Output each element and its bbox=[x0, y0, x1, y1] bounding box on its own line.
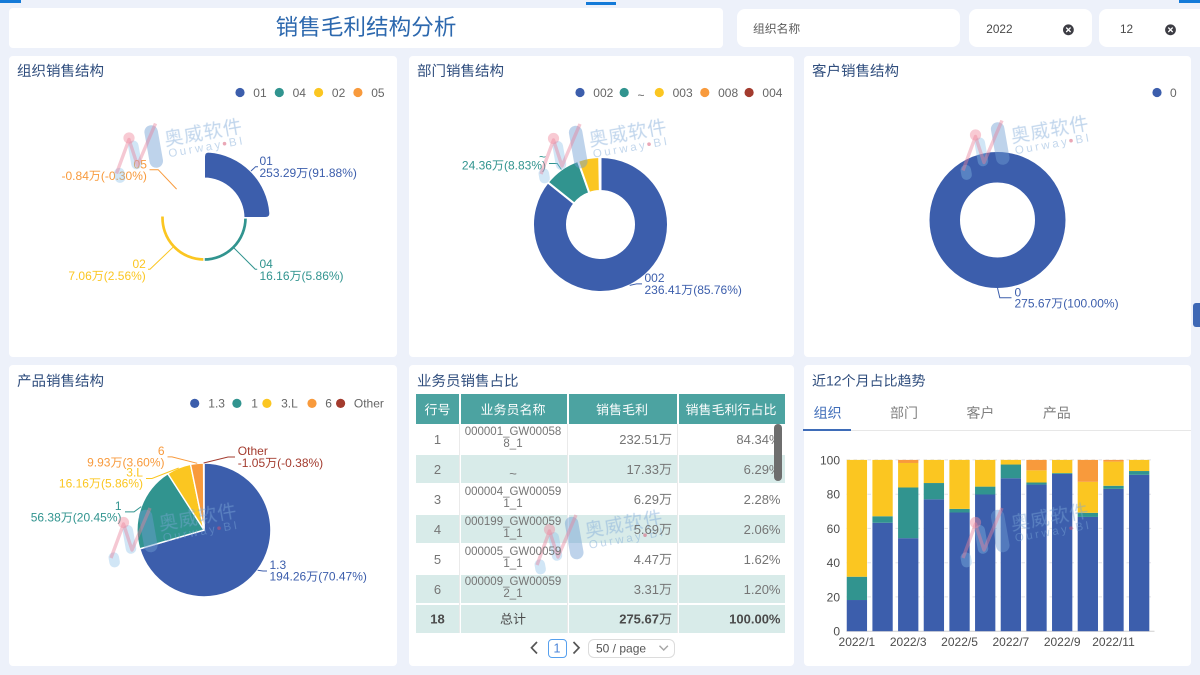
svg-text:05: 05 bbox=[371, 86, 385, 100]
svg-text:004: 004 bbox=[762, 86, 782, 100]
svg-text:01: 01 bbox=[253, 86, 267, 100]
svg-text:20: 20 bbox=[827, 590, 841, 604]
svg-text:2022/5: 2022/5 bbox=[941, 635, 978, 649]
svg-text:7.06: 7.06 bbox=[68, 269, 92, 283]
svg-text:5: 5 bbox=[434, 552, 441, 567]
svg-text:(100.00%): (100.00%) bbox=[1063, 297, 1118, 311]
svg-text:60: 60 bbox=[827, 522, 841, 536]
svg-text:2.28%: 2.28% bbox=[744, 492, 781, 507]
svg-text:16.16: 16.16 bbox=[260, 269, 290, 283]
svg-text:04: 04 bbox=[293, 86, 307, 100]
svg-text:253.29: 253.29 bbox=[260, 166, 297, 180]
svg-text:12: 12 bbox=[826, 373, 842, 389]
svg-text:232.51: 232.51 bbox=[619, 432, 659, 447]
svg-text:1.20%: 1.20% bbox=[744, 582, 781, 597]
svg-text:275.67: 275.67 bbox=[1015, 297, 1052, 311]
svg-text:2.06%: 2.06% bbox=[744, 522, 781, 537]
svg-text:12: 12 bbox=[1120, 22, 1133, 36]
svg-text:1_1: 1_1 bbox=[503, 528, 522, 540]
svg-text:1.62%: 1.62% bbox=[744, 552, 781, 567]
svg-text:4: 4 bbox=[434, 522, 441, 537]
svg-text:194.26: 194.26 bbox=[270, 570, 307, 584]
svg-text:80: 80 bbox=[827, 488, 841, 502]
svg-text:5.69: 5.69 bbox=[634, 522, 659, 537]
svg-text:(85.76%): (85.76%) bbox=[693, 283, 742, 297]
svg-text:6: 6 bbox=[325, 397, 332, 411]
svg-text:9.93: 9.93 bbox=[87, 456, 111, 470]
svg-text:2: 2 bbox=[434, 462, 441, 477]
svg-text:1_1: 1_1 bbox=[503, 558, 522, 570]
svg-text:-0.84: -0.84 bbox=[62, 169, 90, 183]
svg-text:000009_GW00059: 000009_GW00059 bbox=[465, 576, 562, 588]
svg-text:(20.45%): (20.45%) bbox=[73, 511, 122, 525]
svg-text:1_1: 1_1 bbox=[503, 498, 522, 510]
svg-text:(5.86%): (5.86%) bbox=[302, 269, 344, 283]
svg-text:2022/9: 2022/9 bbox=[1044, 635, 1081, 649]
svg-text:3.L: 3.L bbox=[281, 397, 298, 411]
svg-text:02: 02 bbox=[332, 86, 346, 100]
svg-text:6.29: 6.29 bbox=[634, 492, 659, 507]
svg-text:40: 40 bbox=[827, 556, 841, 570]
svg-text:24.36: 24.36 bbox=[462, 159, 492, 173]
svg-text:2022/11: 2022/11 bbox=[1092, 635, 1135, 649]
svg-text:BI: BI bbox=[228, 135, 246, 150]
svg-text:2022/1: 2022/1 bbox=[839, 635, 876, 649]
svg-text:3.31: 3.31 bbox=[634, 582, 659, 597]
svg-text:3: 3 bbox=[434, 492, 441, 507]
svg-text:2_1: 2_1 bbox=[503, 588, 522, 600]
svg-text:000004_GW00059: 000004_GW00059 bbox=[465, 486, 562, 498]
svg-text:1.3: 1.3 bbox=[208, 397, 225, 411]
svg-text:56.38: 56.38 bbox=[31, 511, 61, 525]
svg-text:003: 003 bbox=[673, 86, 693, 100]
svg-text:(3.60%): (3.60%) bbox=[122, 456, 164, 470]
svg-text:(-0.38%): (-0.38%) bbox=[277, 456, 323, 470]
svg-text:000005_GW00059: 000005_GW00059 bbox=[465, 546, 562, 558]
svg-text:18: 18 bbox=[430, 612, 444, 627]
svg-text:002: 002 bbox=[593, 86, 613, 100]
svg-text:50 / page: 50 / page bbox=[596, 641, 646, 655]
svg-text:1: 1 bbox=[434, 432, 441, 447]
svg-text:~: ~ bbox=[638, 88, 645, 102]
svg-text:100.00%: 100.00% bbox=[729, 612, 781, 627]
svg-text:17.33: 17.33 bbox=[626, 462, 659, 477]
svg-text:1: 1 bbox=[251, 397, 258, 411]
svg-text:1: 1 bbox=[554, 642, 561, 656]
svg-text:4.47: 4.47 bbox=[634, 552, 659, 567]
svg-text:(91.88%): (91.88%) bbox=[308, 166, 357, 180]
svg-text:(2.56%): (2.56%) bbox=[104, 269, 146, 283]
svg-text:000001_GW00058: 000001_GW00058 bbox=[465, 426, 562, 438]
svg-text:2022/7: 2022/7 bbox=[993, 635, 1030, 649]
svg-text:(5.86%): (5.86%) bbox=[101, 477, 143, 491]
svg-text:Other: Other bbox=[354, 397, 384, 411]
svg-text:2022: 2022 bbox=[986, 22, 1012, 36]
svg-text:236.41: 236.41 bbox=[645, 283, 682, 297]
svg-text:0: 0 bbox=[1170, 86, 1177, 100]
svg-text:100: 100 bbox=[820, 453, 840, 467]
svg-text:-1.05: -1.05 bbox=[238, 456, 266, 470]
svg-text:008: 008 bbox=[718, 86, 738, 100]
svg-text:16.16: 16.16 bbox=[59, 477, 89, 491]
svg-text:000199_GW00059: 000199_GW00059 bbox=[465, 516, 562, 528]
svg-text:275.67: 275.67 bbox=[619, 612, 659, 627]
svg-text:~: ~ bbox=[509, 466, 517, 481]
svg-text:BI: BI bbox=[1075, 132, 1093, 147]
svg-text:2022/3: 2022/3 bbox=[890, 635, 927, 649]
svg-text:8_1: 8_1 bbox=[503, 438, 522, 450]
svg-text:BI: BI bbox=[653, 135, 671, 150]
svg-text:(70.47%): (70.47%) bbox=[318, 570, 367, 584]
svg-text:6: 6 bbox=[434, 582, 441, 597]
